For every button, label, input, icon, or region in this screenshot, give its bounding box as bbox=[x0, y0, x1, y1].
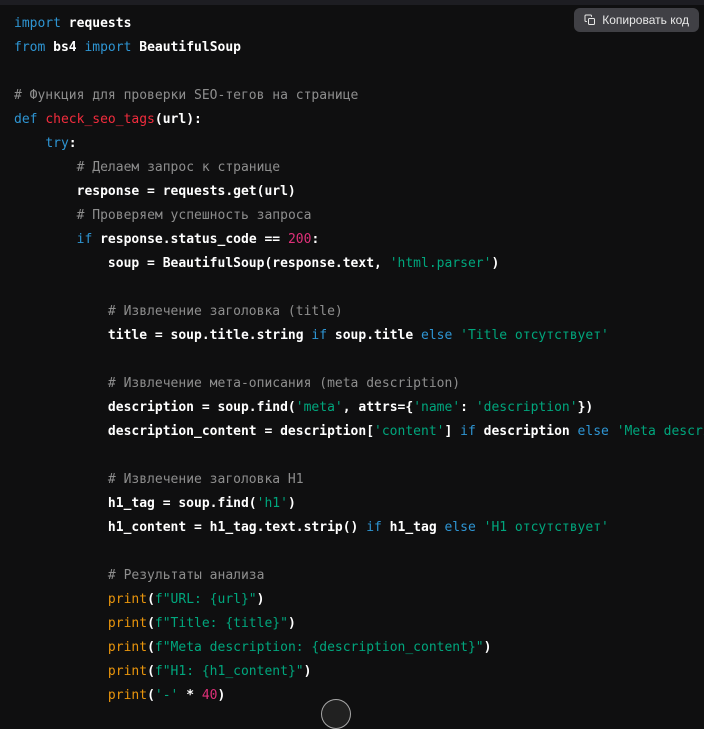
code-line: if response.status_code == 200: bbox=[14, 228, 704, 252]
code-line bbox=[14, 444, 704, 468]
code-line: print(f"Title: {title}") bbox=[14, 612, 704, 636]
code-line: def check_seo_tags(url): bbox=[14, 108, 704, 132]
copy-code-button[interactable]: Копировать код bbox=[574, 8, 699, 32]
code-line: # Проверяем успешность запроса bbox=[14, 204, 704, 228]
code-line bbox=[14, 60, 704, 84]
copy-button-label: Копировать код bbox=[602, 13, 689, 27]
code-line: print('-' * 40) bbox=[14, 684, 704, 704]
code-block: import requestsfrom bs4 import Beautiful… bbox=[0, 0, 704, 704]
code-line: h1_content = h1_tag.text.strip() if h1_t… bbox=[14, 516, 704, 540]
code-line: response = requests.get(url) bbox=[14, 180, 704, 204]
code-line bbox=[14, 276, 704, 300]
copy-icon bbox=[584, 14, 596, 26]
code-line: print(f"Meta description: {description_c… bbox=[14, 636, 704, 660]
code-line: # Функция для проверки SEO-тегов на стра… bbox=[14, 84, 704, 108]
code-line: print(f"H1: {h1_content}") bbox=[14, 660, 704, 684]
code-line: # Извлечение заголовка (title) bbox=[14, 300, 704, 324]
code-line bbox=[14, 540, 704, 564]
code-line: title = soup.title.string if soup.title … bbox=[14, 324, 704, 348]
code-line: print(f"URL: {url}") bbox=[14, 588, 704, 612]
code-line: from bs4 import BeautifulSoup bbox=[14, 36, 704, 60]
code-line: # Результаты анализа bbox=[14, 564, 704, 588]
code-scroll-area[interactable]: import requestsfrom bs4 import Beautiful… bbox=[0, 0, 704, 704]
code-line: # Делаем запрос к странице bbox=[14, 156, 704, 180]
code-line: h1_tag = soup.find('h1') bbox=[14, 492, 704, 516]
code-line: try: bbox=[14, 132, 704, 156]
code-line: # Извлечение заголовка H1 bbox=[14, 468, 704, 492]
code-line bbox=[14, 348, 704, 372]
code-line: description_content = description['conte… bbox=[14, 420, 704, 444]
code-line: # Извлечение мета-описания (meta descrip… bbox=[14, 372, 704, 396]
code-line: description = soup.find('meta', attrs={'… bbox=[14, 396, 704, 420]
code-line: soup = BeautifulSoup(response.text, 'htm… bbox=[14, 252, 704, 276]
